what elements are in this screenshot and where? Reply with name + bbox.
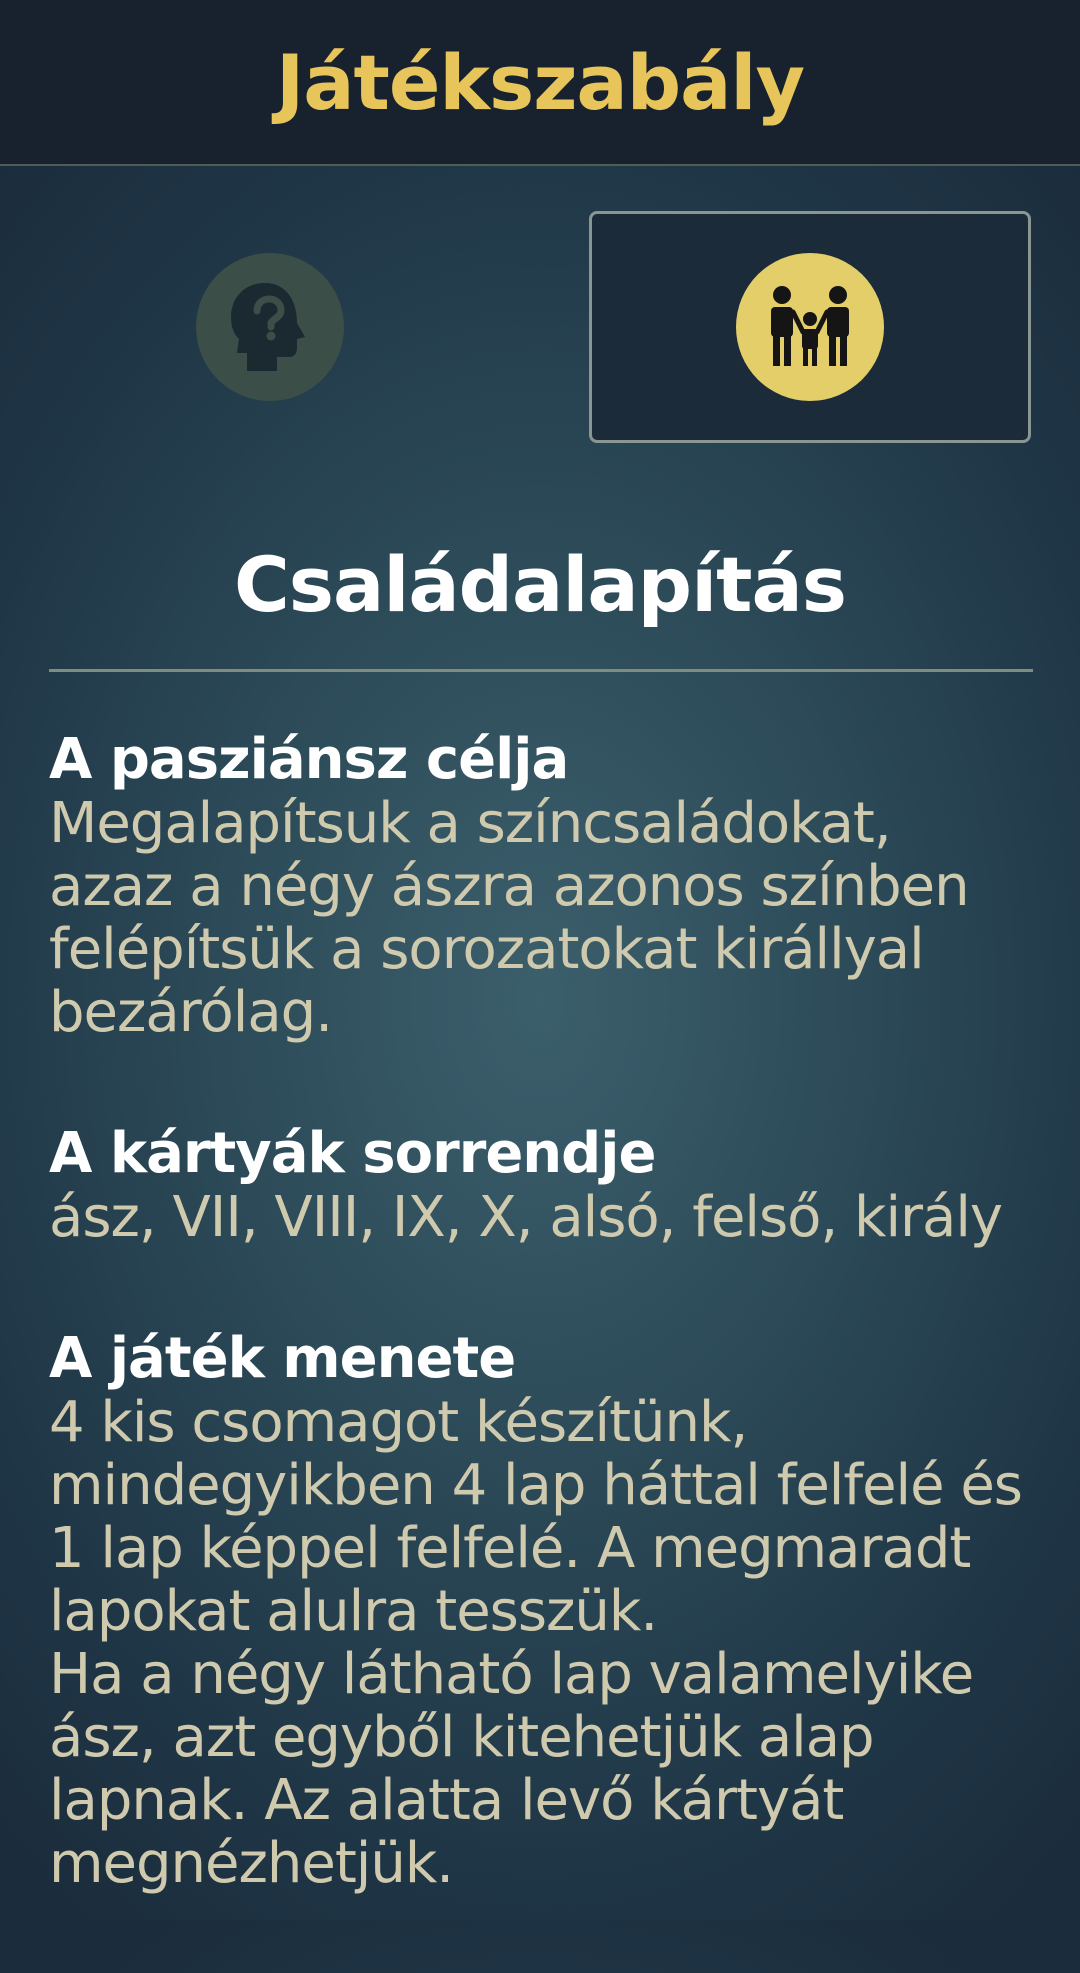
block-text-line: lapnak. Az alatta levő kártyát [49,1768,844,1833]
block-text-line: 1 lap képpel felfelé. A megmaradt [49,1516,971,1581]
block-text-line: mindegyikben 4 lap háttal felfelé és [49,1453,1023,1518]
page-title: Játékszabály [275,37,805,127]
block-heading: A játék menete [49,1326,516,1391]
block-text-line: felépítsük a sorozatokat királlyal [49,917,925,982]
section-title: Családalapítás [234,540,847,629]
tab-general-rules[interactable] [49,211,491,443]
rule-block-goal: A pasziánsz célja Megalapítsuk a színcsa… [49,727,1049,1045]
block-text-line: bezárólag. [49,980,333,1045]
head-question-icon [196,253,344,401]
section-divider [49,669,1033,672]
header-bar: Játékszabály [0,0,1080,166]
block-text-line: azaz a négy ászra azonos színben [49,854,970,919]
rules-content: A pasziánsz célja Megalapítsuk a színcsa… [49,728,1049,1973]
tab-family-rules[interactable] [589,211,1031,443]
block-heading: A pasziánsz célja [49,727,569,792]
block-text-line: 4 kis csomagot készítünk, [49,1390,748,1455]
block-heading: A kártyák sorrendje [49,1121,656,1186]
block-text-line: ász, azt egyből kitehetjük alap [49,1705,875,1770]
block-text-line: ász, VII, VIII, IX, X, alsó, felső, kirá… [49,1185,1003,1250]
block-text-line: Megalapítsuk a színcsaládokat, [49,791,892,856]
block-text-line: megnézhetjük. [49,1831,454,1896]
block-text-line: lapokat alulra tesszük. [49,1579,658,1644]
rule-block-gameplay: A játék menete 4 kis csomagot készítünk,… [49,1326,1049,1896]
rule-block-card-order: A kártyák sorrendje ász, VII, VIII, IX, … [49,1121,1049,1250]
family-icon [736,253,884,401]
block-text-line: Ha a négy látható lap valamelyike [49,1642,974,1707]
